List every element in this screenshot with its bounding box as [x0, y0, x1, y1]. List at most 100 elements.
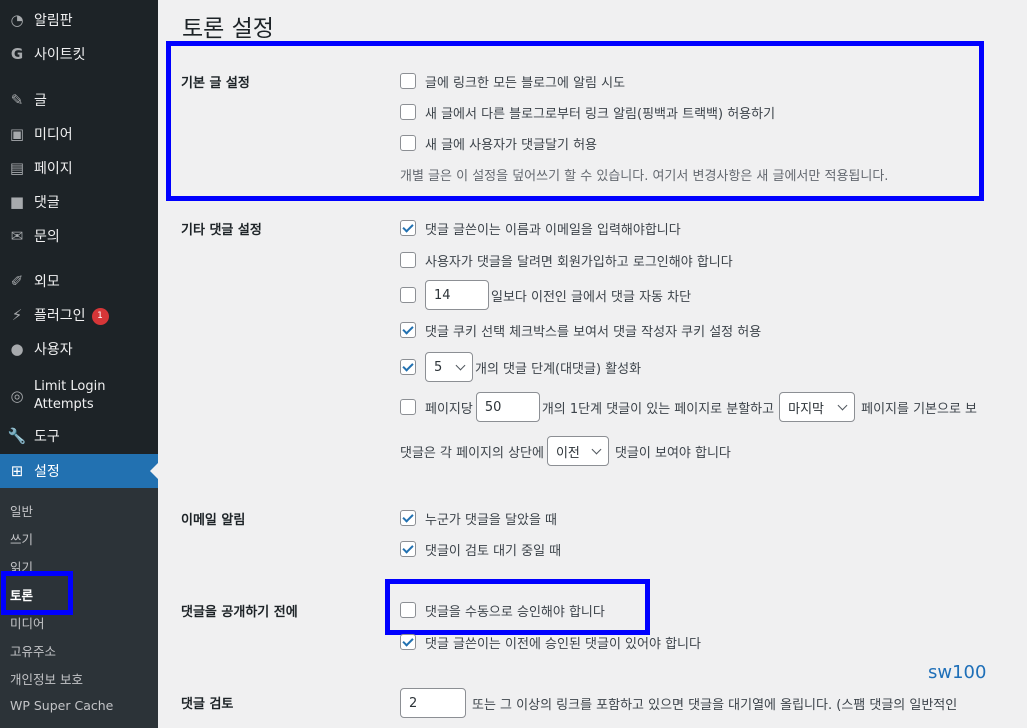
mail-icon: ✉: [10, 227, 24, 245]
option-label: 사용자가 댓글을 달려면 회원가입하고 로그인해야 합니다: [425, 254, 733, 270]
submenu-wp-super-cache[interactable]: WP Super Cache: [10, 698, 113, 713]
option-notify-moderation[interactable]: 댓글이 검토 대기 중일 때: [400, 539, 561, 559]
menu-pages[interactable]: ▤ 페이지: [0, 151, 158, 185]
other-comment-settings-label: 기타 댓글 설정: [181, 223, 262, 238]
menu-users[interactable]: ● 사용자: [0, 332, 158, 366]
option-require-name-email[interactable]: 댓글 글쓴이는 이름과 이메일을 입력해야합니다: [400, 218, 681, 238]
submenu-general[interactable]: 일반: [10, 501, 33, 520]
submenu-writing[interactable]: 쓰기: [10, 529, 33, 548]
admin-sidebar: ◔ 알림판 G 사이트킷 ✎ 글 ▣ 미디어 ▤ 페이지 ■ 댓글 ✉ 문의 ✐…: [0, 0, 158, 728]
menu-label: 글: [34, 93, 47, 109]
menu-label: 알림판: [34, 13, 73, 29]
option-label: 댓글 쿠키 선택 체크박스를 보여서 댓글 작성자 쿠키 설정 허용: [425, 324, 762, 340]
checkbox-notify-comment[interactable]: [400, 510, 416, 526]
settings-icon: ⊞: [10, 462, 24, 480]
dashboard-icon: ◔: [10, 11, 24, 29]
checkbox-require-login[interactable]: [400, 252, 416, 268]
checkbox-paginate-comments[interactable]: [400, 399, 416, 415]
submenu-media[interactable]: 미디어: [10, 613, 45, 632]
brush-icon: ✐: [10, 272, 24, 290]
option-label: 댓글이 검토 대기 중일 때: [425, 543, 562, 559]
page-icon: ▤: [9, 159, 25, 177]
menu-label: Limit Login Attempts: [34, 379, 106, 412]
highlight-box-discussion: [1, 571, 73, 615]
checkbox-close-comments[interactable]: [400, 287, 416, 303]
media-icon: ▣: [9, 125, 25, 143]
option-label: 페이지당: [425, 401, 473, 417]
pin-icon: ✎: [10, 91, 24, 109]
checkbox-thread-comments[interactable]: [400, 359, 416, 375]
menu-label: 페이지: [34, 161, 73, 177]
checkbox-require-name-email[interactable]: [400, 220, 416, 236]
option-previously-approved[interactable]: 댓글 글쓴이는 이전에 승인된 댓글이 있어야 합니다: [400, 632, 701, 652]
option-thread-comments: 5 개의 댓글 단계(대댓글) 활성화: [400, 352, 641, 382]
user-icon: ●: [10, 340, 24, 358]
settings-content: 토론 설정 기본 글 설정 글에 링크한 모든 블로그에 알림 시도 새 글에서…: [158, 0, 1027, 728]
comment-order-select[interactable]: 이전: [546, 436, 609, 466]
highlight-box-manual-approval: [385, 579, 650, 635]
comments-per-page-input[interactable]: 50: [475, 392, 540, 422]
checkbox-previously-approved[interactable]: [400, 634, 416, 650]
menu-label: 플러그인 1: [34, 305, 109, 325]
option-label: 댓글은 각 페이지의 상단에: [400, 445, 544, 461]
highlight-box-default-post: [166, 41, 984, 201]
option-show-cookies[interactable]: 댓글 쿠키 선택 체크박스를 보여서 댓글 작성자 쿠키 설정 허용: [400, 320, 761, 340]
menu-posts[interactable]: ✎ 글: [0, 83, 158, 117]
before-appear-label: 댓글을 공개하기 전에: [181, 605, 298, 620]
plugin-icon: ⚡: [11, 306, 23, 324]
menu-site-kit[interactable]: G 사이트킷: [0, 37, 158, 71]
option-label: 개의 댓글 단계(대댓글) 활성화: [475, 361, 642, 377]
comment-icon: ■: [9, 193, 25, 211]
menu-label-text: 플러그인: [34, 308, 86, 324]
menu-label: 사용자: [34, 342, 73, 358]
watermark-text: sw100: [928, 662, 987, 683]
wrench-icon: 🔧: [7, 427, 27, 445]
update-count-badge: 1: [91, 307, 109, 325]
option-require-login[interactable]: 사용자가 댓글을 달려면 회원가입하고 로그인해야 합니다: [400, 250, 733, 270]
menu-tools[interactable]: 🔧 도구: [0, 419, 158, 453]
menu-label: 미디어: [34, 127, 73, 143]
option-comment-order: 댓글은 각 페이지의 상단에 이전 댓글이 보여야 합니다: [400, 436, 731, 466]
option-label: 댓글이 보여야 합니다: [614, 445, 731, 461]
menu-label: 문의: [34, 229, 60, 245]
submenu-privacy[interactable]: 개인정보 보호: [10, 669, 83, 688]
menu-label: 사이트킷: [34, 47, 86, 63]
option-label: 댓글 글쓴이는 이름과 이메일을 입력해야합니다: [425, 222, 681, 238]
chevron-down-icon: [591, 444, 602, 454]
email-notify-label: 이메일 알림: [181, 513, 246, 528]
current-menu-arrow: [150, 463, 158, 479]
checkbox-notify-moderation[interactable]: [400, 541, 416, 557]
menu-label: 도구: [34, 429, 60, 445]
fingerprint-icon: ◎: [10, 387, 24, 405]
submenu-permalinks[interactable]: 고유주소: [10, 641, 56, 660]
menu-dashboard[interactable]: ◔ 알림판: [0, 3, 158, 37]
moderation-links-input[interactable]: 2: [400, 688, 466, 718]
menu-plugins[interactable]: ⚡ 플러그인 1: [0, 298, 158, 332]
menu-limit-login[interactable]: ◎ Limit Login Attempts: [0, 376, 158, 416]
checkbox-show-cookies[interactable]: [400, 322, 416, 338]
default-page-select[interactable]: 마지막: [779, 392, 856, 422]
google-g-icon: G: [10, 45, 24, 63]
chevron-down-icon: [455, 360, 466, 370]
chevron-down-icon: [837, 400, 848, 410]
menu-comments[interactable]: ■ 댓글: [0, 185, 158, 219]
moderation-label: 댓글 검토: [181, 697, 234, 712]
select-value: 5: [434, 359, 443, 375]
option-moderation-links: 2 또는 그 이상의 링크를 포함하고 있으면 댓글을 대기열에 올립니다. (…: [400, 688, 957, 718]
close-days-input[interactable]: 14: [425, 280, 489, 310]
option-label: 페이지를 기본으로 보: [861, 401, 978, 417]
option-close-comments: 14 일보다 이전인 글에서 댓글 자동 차단: [400, 280, 691, 310]
option-paginate-comments: 페이지당 50 개의 1단계 댓글이 있는 페이지로 분할하고 마지막 페이지를…: [400, 392, 977, 422]
thread-depth-select[interactable]: 5: [425, 352, 473, 382]
select-value: 이전: [555, 445, 580, 461]
option-label: 누군가 댓글을 달았을 때: [425, 512, 557, 528]
option-label: 일보다 이전인 글에서 댓글 자동 차단: [491, 289, 692, 305]
menu-appearance[interactable]: ✐ 외모: [0, 264, 158, 298]
select-value: 마지막: [788, 401, 824, 417]
menu-settings[interactable]: ⊞ 설정: [0, 454, 158, 488]
option-label: 개의 1단계 댓글이 있는 페이지로 분할하고: [541, 401, 775, 417]
menu-label: 설정: [34, 464, 60, 480]
menu-media[interactable]: ▣ 미디어: [0, 117, 158, 151]
option-notify-comment[interactable]: 누군가 댓글을 달았을 때: [400, 508, 557, 528]
menu-contact[interactable]: ✉ 문의: [0, 219, 158, 253]
